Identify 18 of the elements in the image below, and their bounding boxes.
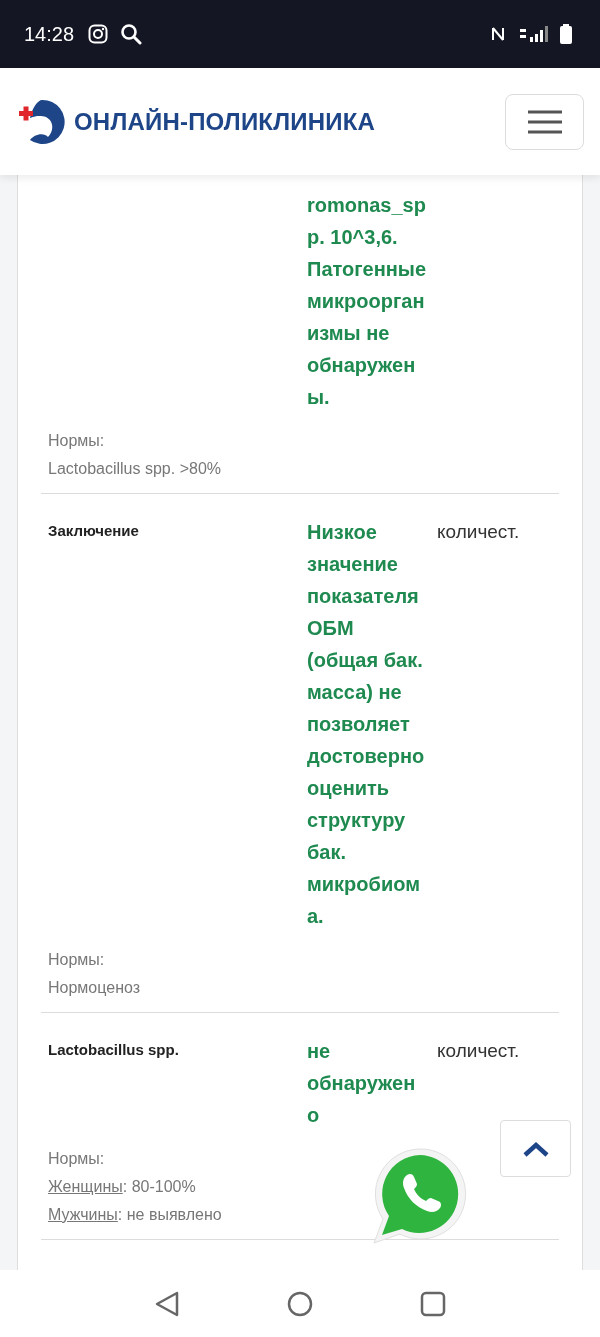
logo-text: ОНЛАЙН-ПОЛИКЛИНИКА (74, 107, 376, 136)
test-name: Заключение (48, 521, 140, 539)
norm-link[interactable]: Мужчины (48, 1206, 118, 1223)
status-time: 14:28 (24, 22, 75, 46)
norm-text: Нормоценоз (48, 978, 141, 998)
norms-label: Нормы: (48, 431, 105, 451)
result-value: romonas_spp. 10^3,6. Патогенные микроорганизмы не обнаружены. (307, 193, 427, 410)
result-value: не обнаружено (307, 1039, 417, 1128)
norms-label: Нормы: (48, 950, 105, 970)
unit-label: количест. (437, 520, 521, 544)
norm-text: Lactobacillus spp. >80% (48, 459, 221, 479)
norm-link[interactable]: Женщины (48, 1178, 123, 1195)
unit-label: количест. (437, 1039, 521, 1063)
norm-text: Женщины: 80-100% (48, 1177, 196, 1197)
result-value: Низкое значение показателя ОБМ (общая бак. масса) не позволяет достоверно оценить структуру бак. микробиома. (307, 520, 426, 929)
norms-label: Нормы: (48, 1149, 105, 1169)
norm-text: Мужчины: не выявлено (48, 1205, 222, 1225)
test-name: Lactobacillus spp. (48, 1040, 180, 1058)
